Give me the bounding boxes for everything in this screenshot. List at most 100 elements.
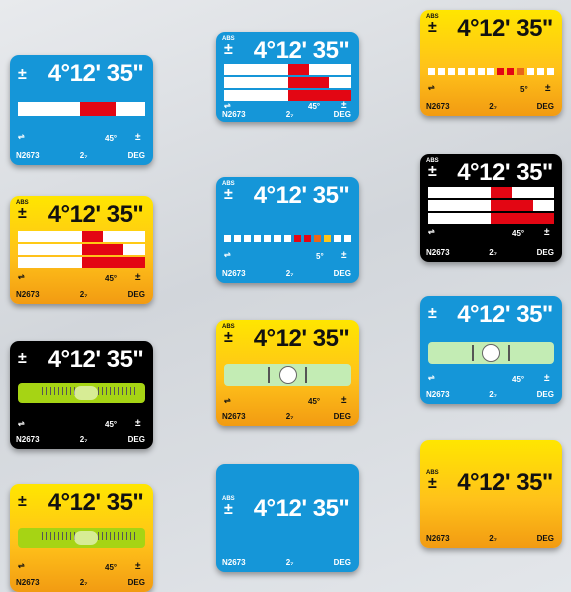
tilt-histogram	[428, 187, 554, 224]
angle-readout: 4°12' 35"	[457, 469, 553, 496]
level-vial	[18, 383, 145, 403]
mode-label: 2₇	[79, 151, 88, 160]
tolerance-icon: ±	[545, 83, 551, 94]
mode-label: 2₇	[285, 269, 294, 278]
angle-readout: 4°12' 35"	[47, 201, 144, 228]
status-footer: N2673 2₇ DEG	[222, 413, 351, 421]
plus-minus-icon: ±	[224, 501, 233, 518]
unit-label: DEG	[127, 290, 145, 299]
unit-label: DEG	[127, 435, 145, 444]
angle-readout: 4°12' 35"	[253, 37, 350, 64]
zero-arrow-icon: ⇌	[224, 250, 231, 259]
tolerance-icon: ±	[544, 227, 550, 238]
bubble-vial	[428, 342, 554, 364]
plus-minus-icon: ±	[428, 19, 437, 36]
tilt-dot-scale	[224, 235, 351, 242]
serial-label: N2673	[222, 558, 246, 567]
angle-5-label: 5°	[520, 85, 528, 94]
zero-arrow-icon: ⇌	[224, 396, 231, 405]
zero-arrow-icon: ⇌	[18, 272, 25, 281]
angle-readout: 4°12' 35"	[47, 60, 144, 87]
unit-label: DEG	[536, 534, 554, 543]
serial-label: N2673	[16, 290, 40, 299]
tilt-dot-scale	[428, 68, 554, 75]
status-footer: N2673 2₇ DEG	[16, 436, 145, 444]
angle-readout: 4°12' 35"	[253, 495, 350, 522]
serial-label: N2673	[222, 110, 246, 119]
tolerance-icon: ±	[135, 132, 141, 143]
plus-minus-icon: ±	[18, 350, 27, 367]
bubble-vial	[224, 364, 351, 386]
zero-arrow-icon: ⇌	[428, 227, 435, 236]
plus-minus-icon: ±	[224, 329, 233, 346]
mode-label: 2₇	[489, 390, 497, 399]
zero-arrow-icon: ⇌	[428, 83, 435, 92]
serial-label: N2673	[16, 435, 40, 444]
plus-minus-icon: ±	[428, 305, 437, 322]
angle-45-label: 45°	[308, 397, 321, 406]
tolerance-icon: ±	[135, 272, 141, 283]
display-card-blue-histogram[interactable]: ABS ± 4°12' 35" ⇌ 45° ± N2673 2₇ DEG	[216, 32, 359, 122]
angle-45-label: 45°	[512, 229, 525, 238]
status-footer: N2673 2₇ DEG	[426, 391, 554, 399]
plus-minus-icon: ±	[428, 163, 437, 180]
bubble-icon	[482, 344, 500, 362]
unit-label: DEG	[333, 412, 351, 421]
angle-readout: 4°12' 35"	[253, 182, 350, 209]
tolerance-icon: ±	[544, 373, 550, 384]
zero-arrow-icon: ⇌	[428, 373, 435, 382]
display-card-orange-bubble[interactable]: ABS ± 4°12' 35" ⇌ 45° ± N2673 2₇ DEG	[216, 320, 359, 426]
serial-label: N2673	[222, 412, 246, 421]
plus-minus-icon: ±	[224, 186, 233, 203]
display-card-black-histogram[interactable]: ABS ± 4°12' 35" ⇌ 45° ± N2673 2₇ DEG	[420, 154, 562, 262]
status-footer: N2673 2₇ DEG	[222, 270, 351, 278]
angle-45-label: 45°	[105, 563, 118, 572]
display-card-orange-histogram[interactable]: ABS ± 4°12' 35" ⇌ 45° ± N2673 2₇ DEG	[10, 196, 153, 304]
status-footer: N2673 2₇ DEG	[16, 291, 145, 299]
angle-readout: 4°12' 35"	[457, 159, 553, 186]
serial-label: N2673	[16, 578, 40, 587]
display-card-blue-plain[interactable]: ABS ± 4°12' 35" N2673 2₇ DEG	[216, 464, 359, 572]
display-card-blue-dots[interactable]: ABS ± 4°12' 35" ⇌ 5° ± N2673 2₇ DEG	[216, 177, 359, 283]
unit-label: DEG	[536, 248, 554, 257]
display-card-black-vial[interactable]: ± 4°12' 35" ⇌ 45° ± N2673 2₇ DEG	[10, 341, 153, 449]
mode-label: 2₇	[489, 102, 497, 111]
tilt-histogram	[224, 64, 351, 101]
angle-45-label: 45°	[308, 102, 321, 111]
display-card-blue-bubble[interactable]: ± 4°12' 35" ⇌ 45° ± N2673 2₇ DEG	[420, 296, 562, 404]
mode-label: 2₇	[489, 248, 497, 257]
angle-readout: 4°12' 35"	[457, 301, 553, 328]
angle-45-label: 45°	[512, 375, 525, 384]
serial-label: N2673	[222, 269, 246, 278]
mode-label: 2₇	[285, 558, 294, 567]
tilt-histogram	[18, 231, 145, 268]
tolerance-icon: ±	[135, 561, 141, 572]
display-card-orange-plain[interactable]: ABS ± 4°12' 35" N2673 2₇ DEG	[420, 440, 562, 548]
angle-readout: 4°12' 35"	[47, 489, 144, 516]
display-card-orange-vial[interactable]: ± 4°12' 35" ⇌ 45° ± N2673 2₇ DEG	[10, 484, 153, 592]
angle-45-label: 45°	[105, 274, 118, 283]
display-card-orange-dots[interactable]: ABS ± 4°12' 35" ⇌ 5° ± N2673 2₇ DEG	[420, 10, 562, 116]
unit-label: DEG	[536, 390, 554, 399]
tolerance-icon: ±	[135, 418, 141, 429]
display-card-blue-bar[interactable]: ± 4°12' 35" ⇌ 45° ± N2673 2₇ DEG	[10, 55, 153, 165]
status-footer: N2673 2₇ DEG	[222, 111, 351, 119]
zero-arrow-icon: ⇌	[18, 419, 25, 428]
angle-readout: 4°12' 35"	[253, 325, 350, 352]
angle-45-label: 45°	[105, 420, 118, 429]
mode-label: 2₇	[489, 534, 497, 543]
unit-label: DEG	[536, 102, 554, 111]
plus-minus-icon: ±	[18, 66, 27, 83]
status-footer: N2673 2₇ DEG	[222, 559, 351, 567]
mode-label: 2₇	[285, 412, 294, 421]
serial-label: N2673	[16, 151, 40, 160]
zero-arrow-icon: ⇌	[18, 132, 25, 141]
mode-label: 2₇	[285, 110, 294, 119]
serial-label: N2673	[426, 102, 450, 111]
plus-minus-icon: ±	[428, 475, 437, 492]
zero-arrow-icon: ⇌	[224, 101, 231, 110]
serial-label: N2673	[426, 248, 450, 257]
plus-minus-icon: ±	[18, 493, 27, 510]
status-footer: N2673 2₇ DEG	[16, 579, 145, 587]
angle-readout: 4°12' 35"	[457, 15, 553, 42]
